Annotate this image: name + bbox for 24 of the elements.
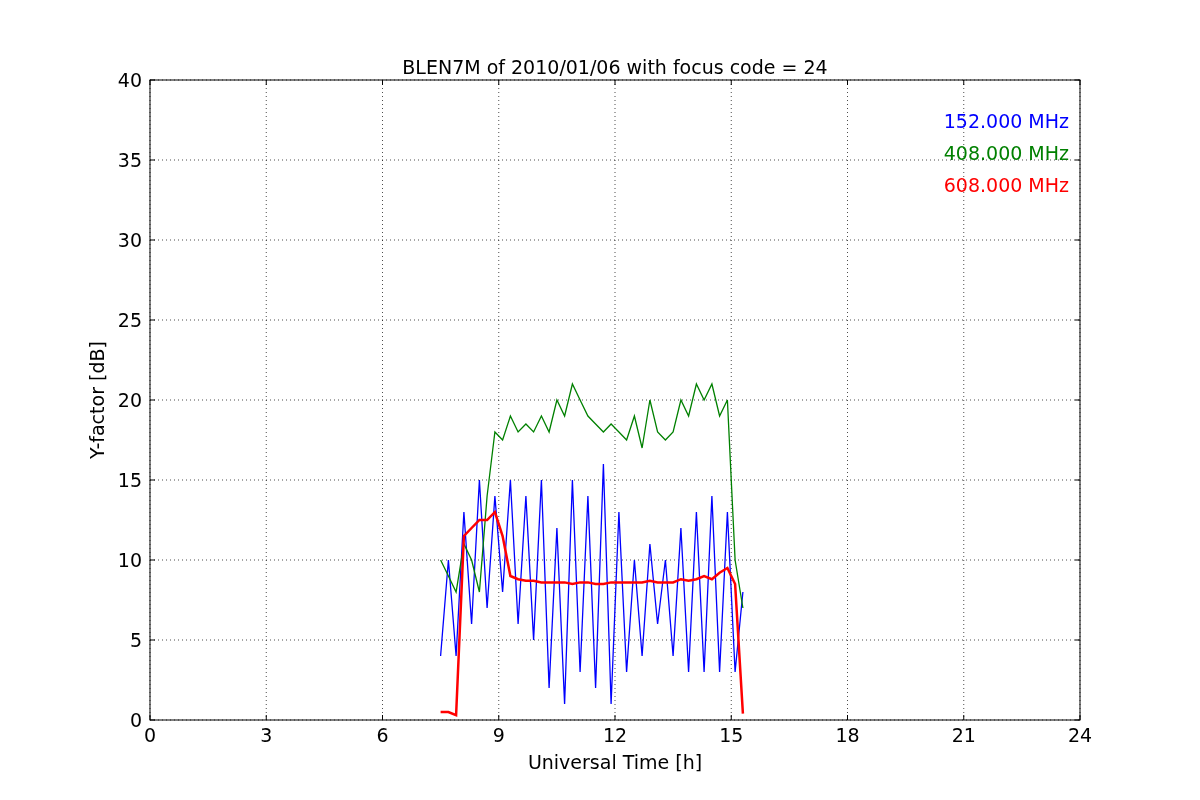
legend-label: 608.000 MHz [943,174,1069,196]
axis-label: Y-factor [dB] [86,341,108,459]
tick-label: 12 [602,724,628,746]
tick-label: 6 [376,724,389,746]
tick-label: 0 [143,724,157,746]
tick-label: 18 [835,724,860,746]
axis-label: Universal Time [h] [527,751,703,773]
tick-label: 24 [1067,724,1093,746]
tick-label: 5 [129,629,142,651]
tick-label: 15 [117,469,142,491]
tick-label: 10 [117,549,142,571]
tick-label: 25 [117,309,142,331]
tick-label: 40 [117,69,142,91]
tick-label: 9 [492,724,505,746]
tick-label: 21 [951,724,976,746]
tick-label: 20 [117,389,142,411]
tick-label: 3 [260,724,273,746]
legend-label: 408.000 MHz [943,142,1069,164]
legend-label: 152.000 MHz [943,110,1069,132]
tick-label: 35 [117,149,142,171]
tick-label: 30 [117,229,142,251]
tick-label: 0 [129,709,142,731]
tick-label: 15 [719,724,744,746]
chart-title: BLEN7M of 2010/01/06 with focus code = 24 [402,56,828,78]
